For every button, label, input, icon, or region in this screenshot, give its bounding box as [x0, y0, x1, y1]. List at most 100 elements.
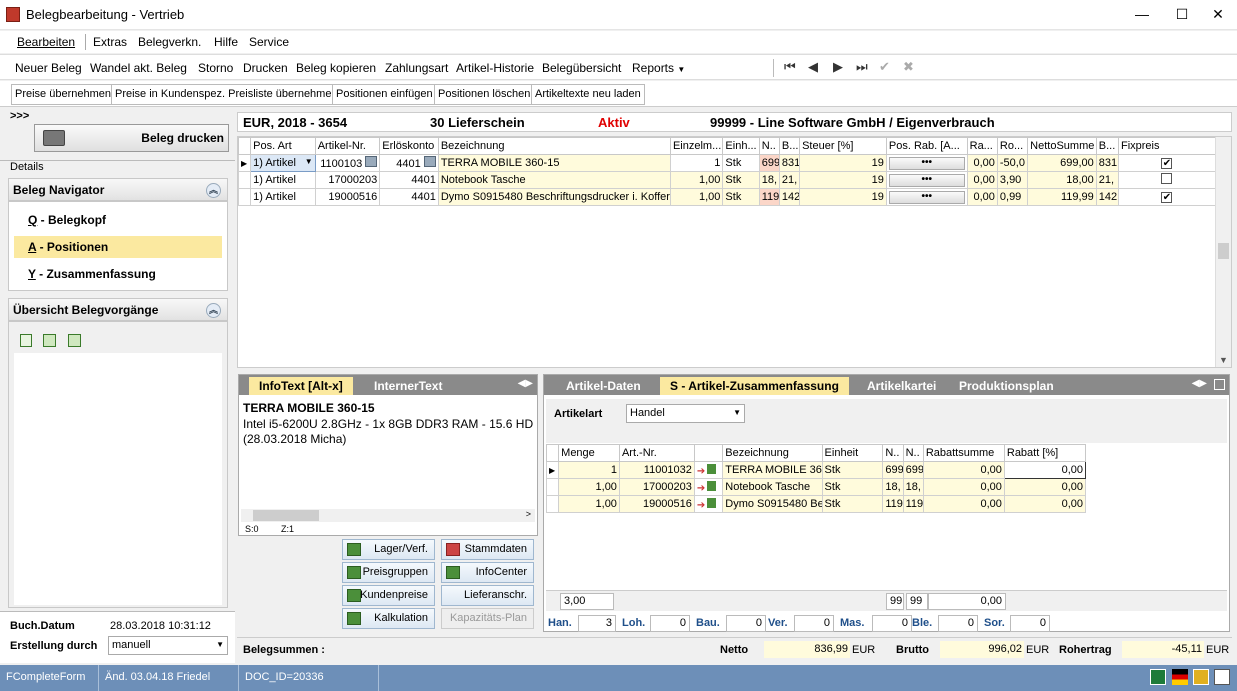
infocenter-button[interactable]: InfoCenter [441, 562, 534, 583]
artikel-nr-cell[interactable]: 19000516 [314, 188, 381, 206]
kalkulation-button[interactable]: Kalkulation [342, 608, 435, 629]
netto-price-cell[interactable]: 119 [758, 188, 780, 206]
tab-produktionsplan[interactable]: Produktionsplan [949, 377, 1064, 395]
col-header[interactable]: NettoSumme [1027, 137, 1097, 155]
artikel-historie-button[interactable]: Artikel-Historie [456, 61, 534, 75]
col-header[interactable]: Ro... [996, 137, 1029, 155]
scroll-down-icon[interactable]: ▼ [1219, 355, 1228, 365]
article-icon[interactable] [707, 497, 717, 508]
lookup-icon[interactable] [423, 156, 436, 167]
horizontal-scrollbar[interactable]: > [241, 509, 535, 522]
menu-service[interactable]: Service [249, 35, 289, 49]
preisgruppen-button[interactable]: Preisgruppen [342, 562, 435, 583]
wandel-beleg-button[interactable]: Wandel akt. Beleg [90, 61, 187, 75]
lookup-icon[interactable] [365, 156, 378, 167]
confirm-icon[interactable]: ✔ [879, 59, 890, 75]
nav-belegkopf[interactable]: Q - Belegkopf [14, 209, 222, 231]
neuer-beleg-button[interactable]: Neuer Beleg [15, 61, 82, 75]
ellipsis-button[interactable]: ••• [888, 156, 965, 170]
rabatt-cell[interactable]: 0,00 [966, 154, 998, 172]
reports-dropdown[interactable]: Reports ▼ [632, 61, 685, 75]
col-header[interactable]: Rabatt [%] [1003, 444, 1087, 462]
einheit-cell[interactable]: Stk [722, 171, 760, 189]
erloeskonto-cell[interactable]: 4401 [379, 171, 439, 189]
scrollbar-thumb[interactable] [1218, 243, 1229, 259]
pos-rabatt-cell[interactable]: ••• [885, 171, 968, 189]
col-header[interactable]: B... [1095, 137, 1119, 155]
fixpreis-cell[interactable]: ✔ [1117, 154, 1217, 172]
tree-expand-icon[interactable] [68, 334, 81, 347]
last-record-icon[interactable]: ⏭ [856, 59, 868, 75]
refresh-icon[interactable] [20, 334, 32, 347]
table-row[interactable]: 1,00 17000203 ➔ Notebook Tasche Stk 18, … [545, 478, 1087, 496]
print-preview-icon[interactable] [1214, 669, 1230, 685]
brutto-price-cell[interactable]: 831 [778, 154, 801, 172]
col-header[interactable]: Bezeichnung [437, 137, 671, 155]
pos-art-cell[interactable]: 1) Artikel [250, 188, 316, 206]
col-header[interactable]: Pos. Art [250, 137, 316, 155]
article-icon[interactable] [707, 463, 717, 474]
col-header[interactable]: Einheit [821, 444, 884, 462]
col-header[interactable]: Einzelm... [669, 137, 724, 155]
brutto-price-cell[interactable]: 142 [778, 188, 801, 206]
next-record-icon[interactable]: ▶ [833, 59, 843, 75]
col-header[interactable]: Art.-Nr. [618, 444, 695, 462]
zahlungsart-button[interactable]: Zahlungsart [385, 61, 448, 75]
pos-rabatt-cell[interactable]: ••• [885, 188, 968, 206]
menu-extras[interactable]: Extras [93, 35, 127, 49]
collapse-icon[interactable]: ︽ [206, 183, 221, 198]
close-icon[interactable]: ✕ [1208, 6, 1228, 23]
table-row[interactable]: 1) Artikel 19000516 4401 Dymo S0915480 B… [237, 188, 1217, 206]
rabatt-cell[interactable]: 0,00 [966, 188, 998, 206]
steuer-cell[interactable]: 19 [799, 171, 887, 189]
menge-cell[interactable]: 1,00 [669, 171, 724, 189]
netto-price-cell[interactable]: 699 [758, 154, 780, 172]
lock-icon[interactable] [1193, 669, 1209, 685]
col-header[interactable]: Ra... [966, 137, 998, 155]
maximize-icon[interactable]: ☐ [1172, 6, 1192, 23]
tab-scroll-icon[interactable]: ◀▶ [1192, 378, 1207, 389]
positionen-einfuegen-button[interactable]: Positionen einfügen [332, 84, 437, 105]
goto-arrow-icon[interactable]: ➔ [697, 466, 705, 477]
menge-cell[interactable]: 1,00 [669, 188, 724, 206]
col-header[interactable]: Steuer [%] [799, 137, 887, 155]
brutto-price-cell[interactable]: 21, [778, 171, 801, 189]
einheit-cell[interactable]: Stk [722, 188, 760, 206]
erstellung-select[interactable]: manuell ▼ [108, 636, 228, 655]
beleg-kopieren-button[interactable]: Beleg kopieren [296, 61, 376, 75]
col-header[interactable]: Erlöskonto [379, 137, 439, 155]
lager-verf-button[interactable]: Lager/Verf. [342, 539, 435, 560]
first-record-icon[interactable]: ⏮ [784, 59, 796, 75]
beleg-drucken-button[interactable]: Beleg drucken [34, 124, 229, 152]
table-row[interactable]: 1) Artikel 17000203 4401 Notebook Tasche… [237, 171, 1217, 189]
steuer-cell[interactable]: 19 [799, 188, 887, 206]
col-header[interactable]: B... [778, 137, 801, 155]
tab-artikel-daten[interactable]: Artikel-Daten [556, 377, 651, 395]
col-header[interactable]: Pos. Rab. [A... [885, 137, 968, 155]
artikel-nr-cell[interactable]: 1100103 [314, 154, 381, 172]
excel-icon[interactable] [1150, 669, 1166, 685]
tab-infotext[interactable]: InfoText [Alt-x] [249, 377, 353, 395]
beleguebersicht-button[interactable]: Belegübersicht [542, 61, 621, 75]
rabatt-cell[interactable]: 0,00 [966, 171, 998, 189]
tab-scroll-icon[interactable]: ◀▶ [518, 378, 533, 389]
col-header[interactable]: Menge [558, 444, 620, 462]
fixpreis-cell[interactable] [1117, 171, 1217, 189]
article-icon[interactable] [707, 480, 717, 491]
menu-belegverkn[interactable]: Belegverkn. [138, 35, 201, 49]
art-nr-cell[interactable]: 17000203 [618, 478, 695, 496]
goto-arrow-icon[interactable]: ➔ [697, 500, 705, 511]
menu-bearbeiten[interactable]: Bearbeiten [17, 35, 75, 49]
nav-zusammenfassung[interactable]: Y - Zusammenfassung [14, 263, 222, 285]
bezeichnung-cell[interactable]: TERRA MOBILE 360-15 [437, 154, 671, 172]
erloeskonto-cell[interactable]: 4401 [379, 154, 439, 172]
tab-internertext[interactable]: InternerText [364, 377, 452, 395]
fixpreis-cell[interactable]: ✔ [1117, 188, 1217, 206]
pos-rabatt-cell[interactable]: ••• [885, 154, 968, 172]
art-nr-cell[interactable]: 11001032 [618, 461, 695, 479]
einheit-cell[interactable]: Stk [722, 154, 760, 172]
menge-cell[interactable]: 1 [669, 154, 724, 172]
scrollbar-thumb[interactable] [253, 510, 319, 521]
table-row[interactable]: ▶ 1) Artikel ▼ 1100103 4401 TERRA MOBILE … [237, 154, 1217, 172]
bezeichnung-cell[interactable]: Dymo S0915480 Beschriftungsdrucker i. Ko… [437, 188, 671, 206]
